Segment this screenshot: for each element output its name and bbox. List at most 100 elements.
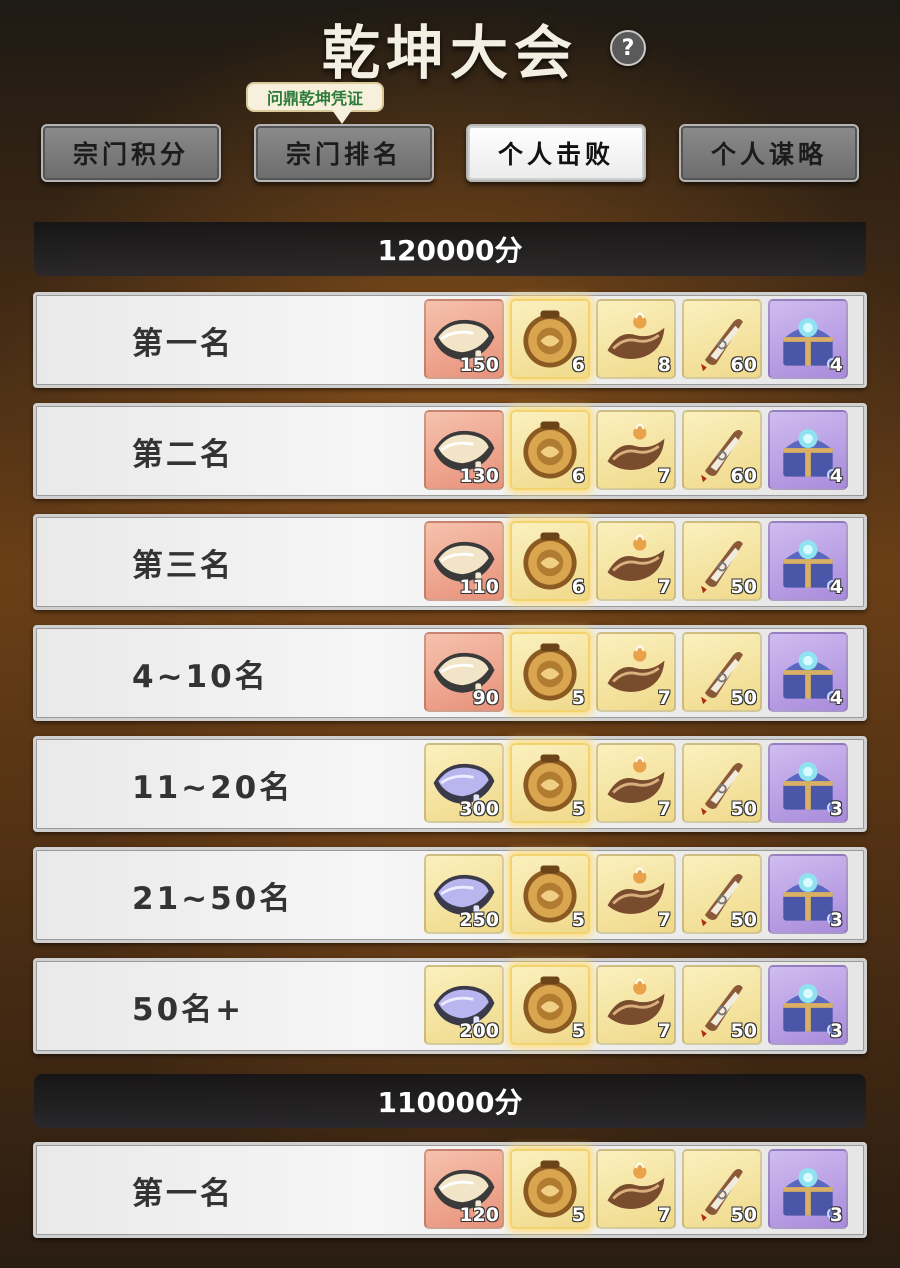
reward-item[interactable]: 4 [768, 632, 848, 712]
item-count: 4 [829, 687, 843, 709]
tab-personal-strategy[interactable]: 个人谋略 [679, 124, 859, 182]
reward-item[interactable]: 6 [510, 299, 590, 379]
reward-item[interactable]: 50 [682, 743, 762, 823]
reward-item[interactable]: 110 [424, 521, 504, 601]
reward-item[interactable]: 3 [768, 854, 848, 934]
reward-row: 21~50名 250 5 7 50 3 [33, 847, 867, 943]
reward-item[interactable]: 4 [768, 410, 848, 490]
item-count: 4 [829, 465, 843, 487]
reward-item[interactable]: 120 [424, 1149, 504, 1229]
tab-personal-defeat[interactable]: 个人击败 [466, 124, 646, 182]
item-count: 3 [829, 909, 843, 931]
reward-item[interactable]: 6 [510, 410, 590, 490]
reward-item[interactable]: 300 [424, 743, 504, 823]
reward-item[interactable]: 5 [510, 854, 590, 934]
item-count: 5 [571, 1020, 585, 1042]
item-count: 4 [829, 354, 843, 376]
reward-item[interactable]: 5 [510, 965, 590, 1045]
reward-item[interactable]: 5 [510, 743, 590, 823]
rank-label: 11~20名 [132, 769, 294, 806]
item-count: 50 [730, 576, 757, 598]
item-count: 200 [459, 1020, 499, 1042]
item-count: 90 [472, 687, 499, 709]
item-count: 120 [459, 1204, 499, 1226]
rank-label: 第二名 [132, 436, 234, 473]
reward-item[interactable]: 50 [682, 1149, 762, 1229]
item-count: 50 [730, 909, 757, 931]
reward-item[interactable]: 7 [596, 632, 676, 712]
tab-sect-ranking[interactable]: 宗门排名 [254, 124, 434, 182]
rank-label: 4~10名 [132, 658, 269, 695]
item-count: 50 [730, 1204, 757, 1226]
item-count: 60 [730, 465, 757, 487]
reward-item[interactable]: 6 [510, 521, 590, 601]
rank-label: 第三名 [132, 547, 234, 584]
item-count: 6 [571, 354, 585, 376]
reward-item[interactable]: 8 [596, 299, 676, 379]
item-count: 5 [571, 1204, 585, 1226]
item-count: 7 [657, 465, 671, 487]
reward-item[interactable]: 150 [424, 299, 504, 379]
help-icon[interactable]: ? [610, 30, 646, 66]
item-count: 5 [571, 798, 585, 820]
reward-item[interactable]: 4 [768, 299, 848, 379]
item-count: 110 [459, 576, 499, 598]
reward-item[interactable]: 5 [510, 632, 590, 712]
page-title: 乾坤大会 [321, 19, 578, 87]
item-count: 4 [829, 576, 843, 598]
item-count: 7 [657, 909, 671, 931]
item-count: 3 [829, 798, 843, 820]
item-count: 300 [459, 798, 499, 820]
reward-item[interactable]: 90 [424, 632, 504, 712]
item-count: 7 [657, 1204, 671, 1226]
item-count: 50 [730, 687, 757, 709]
reward-row: 第一名 150 6 8 60 4 [33, 292, 867, 388]
section-header: 110000分 [34, 1074, 866, 1128]
item-count: 60 [730, 354, 757, 376]
item-count: 3 [829, 1204, 843, 1226]
reward-item[interactable]: 130 [424, 410, 504, 490]
tab-sect-points[interactable]: 宗门积分 [41, 124, 221, 182]
tooltip-arrow [332, 110, 352, 124]
section-header: 120000分 [34, 222, 866, 276]
item-count: 7 [657, 798, 671, 820]
tab-bar: 宗门积分 宗门排名 个人击败 个人谋略 [0, 124, 900, 182]
item-count: 7 [657, 1020, 671, 1042]
reward-row: 50名+ 200 5 7 50 3 [33, 958, 867, 1054]
reward-item[interactable]: 50 [682, 632, 762, 712]
reward-item[interactable]: 3 [768, 743, 848, 823]
reward-item[interactable]: 200 [424, 965, 504, 1045]
reward-row: 第二名 130 6 7 60 4 [33, 403, 867, 499]
rank-label: 50名+ [132, 991, 245, 1028]
reward-item[interactable]: 7 [596, 521, 676, 601]
reward-row: 第三名 110 6 7 50 4 [33, 514, 867, 610]
reward-item[interactable]: 3 [768, 965, 848, 1045]
reward-item[interactable]: 4 [768, 521, 848, 601]
item-count: 50 [730, 798, 757, 820]
item-count: 5 [571, 687, 585, 709]
item-count: 6 [571, 465, 585, 487]
reward-item[interactable]: 7 [596, 965, 676, 1045]
item-count: 6 [571, 576, 585, 598]
reward-row: 第一名 120 5 7 50 3 [33, 1142, 867, 1238]
reward-item[interactable]: 60 [682, 410, 762, 490]
tab-tooltip: 问鼎乾坤凭证 [246, 82, 384, 112]
reward-item[interactable]: 60 [682, 299, 762, 379]
reward-item[interactable]: 50 [682, 521, 762, 601]
reward-item[interactable]: 5 [510, 1149, 590, 1229]
item-count: 130 [459, 465, 499, 487]
reward-row: 11~20名 300 5 7 50 3 [33, 736, 867, 832]
reward-item[interactable]: 7 [596, 1149, 676, 1229]
reward-item[interactable]: 50 [682, 965, 762, 1045]
item-count: 150 [459, 354, 499, 376]
rank-label: 21~50名 [132, 880, 294, 917]
reward-item[interactable]: 250 [424, 854, 504, 934]
item-count: 3 [829, 1020, 843, 1042]
item-count: 5 [571, 909, 585, 931]
reward-item[interactable]: 7 [596, 743, 676, 823]
item-count: 7 [657, 687, 671, 709]
reward-item[interactable]: 3 [768, 1149, 848, 1229]
reward-item[interactable]: 7 [596, 854, 676, 934]
reward-item[interactable]: 7 [596, 410, 676, 490]
reward-item[interactable]: 50 [682, 854, 762, 934]
